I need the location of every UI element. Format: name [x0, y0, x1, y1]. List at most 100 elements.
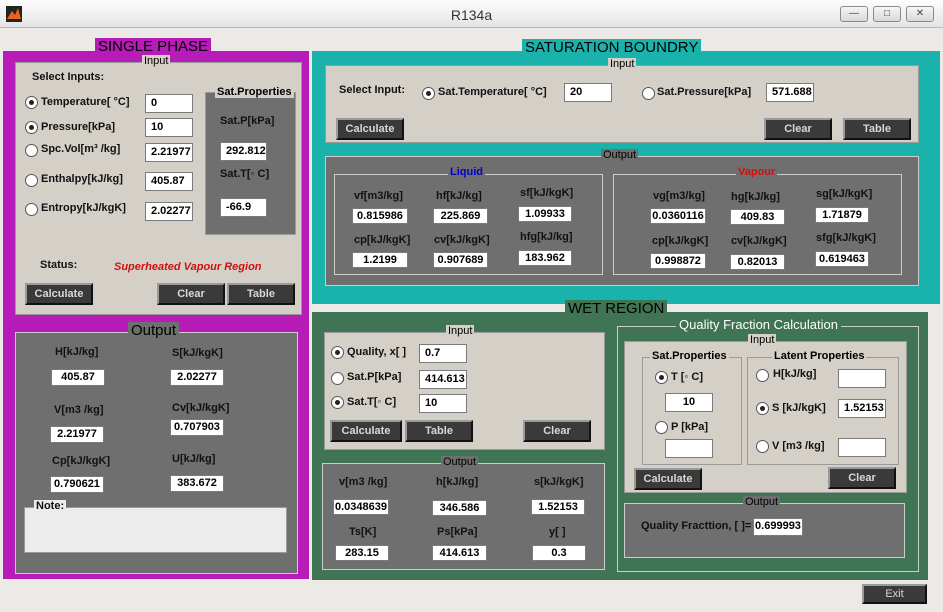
wet-satt-label: Sat.T[◦ C]: [347, 396, 397, 408]
temperature-radio[interactable]: [25, 96, 38, 109]
h-label: H[kJ/kg]: [55, 346, 99, 358]
quality-label: Quality, x[ ]: [347, 346, 407, 358]
title-bar: R134a — □ ✕: [0, 0, 943, 28]
hfg-value: 183.962: [518, 250, 572, 266]
vf-value: 0.815986: [352, 208, 408, 224]
wet-satp-input[interactable]: 414.613: [419, 370, 467, 389]
cp-liquid-value: 1.2199: [352, 252, 408, 268]
sfg-label: sfg[kJ/kgK]: [816, 232, 876, 244]
status-value: Superheated Vapour Region: [114, 261, 262, 273]
sat-temperature-input[interactable]: 20: [564, 83, 612, 102]
wet-satp-radio[interactable]: [331, 372, 344, 385]
sat-pressure-input[interactable]: 571.688: [766, 83, 814, 102]
single-clear-button[interactable]: Clear: [157, 283, 225, 305]
quality-output-title: Output: [743, 496, 781, 508]
wet-h-value: 346.586: [432, 500, 487, 516]
wet-s-value: 1.52153: [531, 499, 585, 515]
sfg-value: 0.619463: [815, 251, 869, 267]
single-calculate-button[interactable]: Calculate: [25, 283, 93, 305]
y-value: 0.3: [532, 545, 586, 561]
entropy-input[interactable]: 2.02277: [145, 202, 193, 221]
quality-calculate-button[interactable]: Calculate: [634, 468, 702, 490]
pressure-label: Pressure[kPa]: [41, 121, 115, 133]
enthalpy-radio[interactable]: [25, 174, 38, 187]
quality-input[interactable]: 0.7: [419, 344, 467, 363]
quality-radio[interactable]: [331, 346, 344, 359]
sat-pressure-radio[interactable]: [642, 87, 655, 100]
select-input-label: Select Input:: [339, 84, 406, 96]
quality-h-radio[interactable]: [756, 369, 769, 382]
sat-properties-title: Sat.Properties: [215, 86, 294, 98]
saturation-header: SATURATION BOUNDRY: [522, 39, 702, 56]
quality-s-label: S [kJ/kgK]: [772, 402, 826, 414]
quality-v-label: V [m3 /kg]: [772, 440, 825, 452]
sg-value: 1.71879: [815, 207, 869, 223]
enthalpy-input[interactable]: 405.87: [145, 172, 193, 191]
cp-value: 0.790621: [50, 476, 104, 493]
quality-p-radio[interactable]: [655, 421, 668, 434]
s-value: 2.02277: [170, 369, 224, 386]
s-label: S[kJ/kgK]: [172, 347, 223, 359]
quality-v-radio[interactable]: [756, 440, 769, 453]
note-box[interactable]: [24, 507, 287, 553]
wet-region-header: WET REGION: [565, 300, 668, 317]
liquid-label: Liquid: [448, 166, 485, 178]
sf-label: sf[kJ/kgK]: [520, 187, 574, 199]
single-satp-label: Sat.P[kPa]: [220, 115, 275, 127]
saturation-table-button[interactable]: Table: [843, 118, 911, 140]
single-phase-header: SINGLE PHASE: [95, 38, 212, 55]
single-table-button[interactable]: Table: [227, 283, 295, 305]
maximize-button[interactable]: □: [873, 6, 901, 22]
sat-temperature-label: Sat.Temperature[ °C]: [438, 86, 547, 98]
ts-label: Ts[K]: [349, 526, 377, 538]
wet-satp-label: Sat.P[kPa]: [347, 371, 402, 383]
wet-satt-input[interactable]: 10: [419, 394, 467, 413]
latent-props-title: Latent Properties: [772, 350, 867, 362]
sat-pressure-label: Sat.Pressure[kPa]: [657, 86, 752, 98]
window-title: R134a: [450, 7, 493, 23]
temperature-label: Temperature[ °C]: [41, 96, 130, 108]
quality-h-input[interactable]: [838, 369, 886, 388]
pressure-radio[interactable]: [25, 121, 38, 134]
status-label: Status:: [40, 259, 78, 271]
quality-v-input[interactable]: [838, 438, 886, 457]
single-satp-value: 292.812: [220, 142, 267, 161]
quality-t-label: T [◦ C]: [671, 371, 704, 383]
v-label: V[m3 /kg]: [54, 404, 104, 416]
v-value: 2.21977: [50, 426, 104, 443]
sg-label: sg[kJ/kgK]: [816, 188, 873, 200]
u-label: U[kJ/kg]: [172, 453, 216, 465]
minimize-button[interactable]: —: [840, 6, 868, 22]
saturation-clear-button[interactable]: Clear: [764, 118, 832, 140]
sat-temperature-radio[interactable]: [422, 87, 435, 100]
temperature-input[interactable]: 0: [145, 94, 193, 113]
hg-value: 409.83: [730, 209, 785, 225]
quality-s-input[interactable]: 1.52153: [838, 399, 886, 418]
saturation-calculate-button[interactable]: Calculate: [336, 118, 404, 140]
wet-satt-radio[interactable]: [331, 396, 344, 409]
quality-p-input[interactable]: [665, 439, 713, 458]
cp-vapour-label: cp[kJ/kgK]: [652, 235, 709, 247]
wet-s-label: s[kJ/kgK]: [534, 476, 584, 488]
quality-satprops-title: Sat.Properties: [650, 350, 729, 362]
vg-value: 0.0360116: [650, 208, 706, 224]
wet-calculate-button[interactable]: Calculate: [330, 420, 402, 442]
spc-vol-input[interactable]: 2.21977: [145, 143, 193, 162]
entropy-radio[interactable]: [25, 203, 38, 216]
sf-value: 1.09933: [518, 206, 572, 222]
cv-value: 0.707903: [170, 419, 224, 436]
exit-button[interactable]: Exit: [862, 584, 927, 604]
single-output-title: Output: [128, 322, 180, 339]
quality-s-radio[interactable]: [756, 402, 769, 415]
wet-clear-button[interactable]: Clear: [523, 420, 591, 442]
close-button[interactable]: ✕: [906, 6, 934, 22]
cv-label: Cv[kJ/kgK]: [172, 402, 230, 414]
note-label: Note:: [34, 500, 67, 512]
quality-clear-button[interactable]: Clear: [828, 467, 896, 489]
quality-t-input[interactable]: 10: [665, 393, 713, 412]
pressure-input[interactable]: 10: [145, 118, 193, 137]
spc-vol-radio[interactable]: [25, 144, 38, 157]
single-phase-input-title: Input: [142, 55, 171, 67]
quality-t-radio[interactable]: [655, 371, 668, 384]
wet-table-button[interactable]: Table: [405, 420, 473, 442]
